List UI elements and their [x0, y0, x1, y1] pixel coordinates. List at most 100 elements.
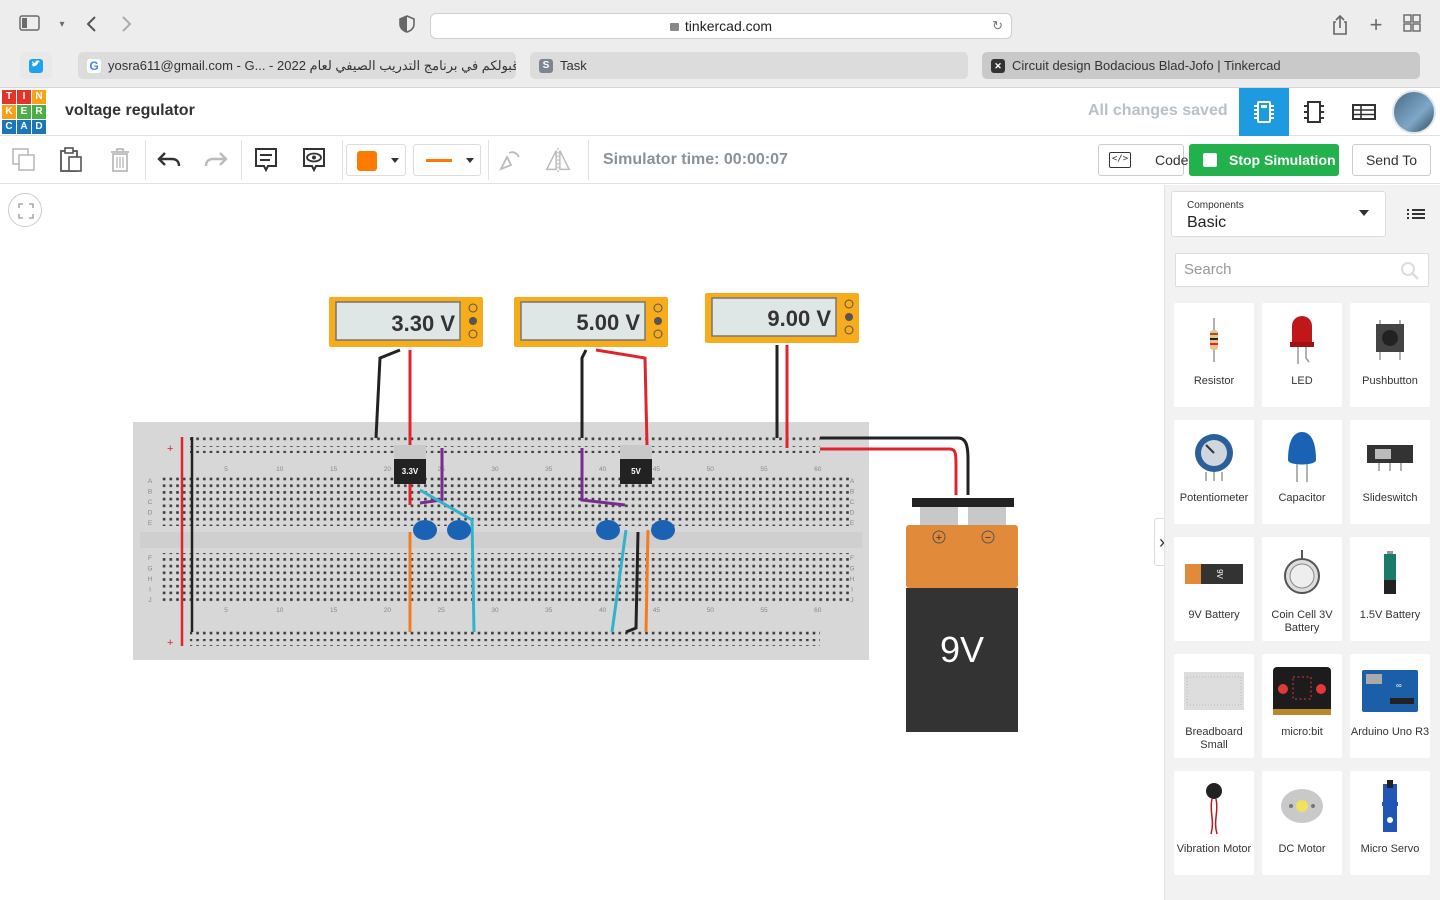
row-letter: F: [850, 555, 854, 562]
chevron-down-icon: [466, 158, 474, 163]
column-number: 50: [707, 607, 715, 614]
svg-text:+: +: [167, 443, 173, 455]
wire-type-dropdown[interactable]: [413, 144, 481, 176]
component-card[interactable]: Micro Servo: [1350, 771, 1430, 875]
save-status: All changes saved: [1088, 102, 1228, 119]
regulator-5v[interactable]: 5V: [620, 445, 652, 484]
component-card[interactable]: DC Motor: [1262, 771, 1342, 875]
forward-icon[interactable]: [114, 14, 138, 36]
component-search-input[interactable]: Search: [1175, 253, 1429, 287]
component-card[interactable]: Capacitor: [1262, 420, 1342, 524]
component-card[interactable]: Pushbutton: [1350, 303, 1430, 407]
sidebar-menu-chevron-icon[interactable]: ▾: [50, 14, 74, 36]
search-placeholder: Search: [1184, 261, 1232, 278]
logo-letter: I: [17, 90, 31, 104]
logo-letter: T: [2, 90, 16, 104]
search-icon: [1401, 262, 1419, 280]
rotate-icon[interactable]: [496, 146, 524, 174]
column-number: 10: [276, 607, 284, 614]
tab-gmail[interactable]: G yosra611@gmail.com - G... - 2022 تم قب…: [78, 52, 516, 79]
circuit-view-button[interactable]: [1239, 88, 1289, 136]
multimeter-2[interactable]: 5.00 V: [514, 297, 668, 347]
copy-icon[interactable]: [10, 146, 38, 174]
column-number: 45: [653, 466, 661, 473]
component-card[interactable]: LED: [1262, 303, 1342, 407]
column-number: 35: [545, 466, 553, 473]
delete-icon[interactable]: [106, 146, 134, 174]
component-card[interactable]: ∞ Arduino Uno R3: [1350, 654, 1430, 758]
reload-icon[interactable]: ↻: [992, 14, 1003, 38]
design-title[interactable]: voltage regulator: [65, 102, 195, 120]
back-icon[interactable]: [80, 14, 104, 36]
component-name: Breadboard Small: [1185, 726, 1243, 751]
tab-label: Circuit design Bodacious Blad-Jofo | Tin…: [1012, 58, 1281, 73]
row-letter: B: [148, 489, 152, 496]
row-letter: E: [850, 520, 855, 527]
component-card[interactable]: Coin Cell 3V Battery: [1262, 537, 1342, 641]
stop-simulation-button[interactable]: Stop Simulation: [1189, 144, 1339, 176]
potentiometer-icon: [1174, 428, 1254, 486]
schematic-view-button[interactable]: [1289, 88, 1339, 136]
dc-motor-icon: [1262, 779, 1342, 837]
microbit-icon: [1262, 662, 1342, 720]
list-view-toggle[interactable]: [1395, 191, 1435, 237]
tab-task[interactable]: S Task: [530, 52, 968, 79]
undo-icon[interactable]: [155, 146, 183, 174]
wire-color-dropdown[interactable]: [346, 144, 406, 176]
regulator-3v3[interactable]: 3.3V: [394, 445, 426, 484]
coin-cell-icon: [1262, 545, 1342, 603]
component-card[interactable]: Breadboard Small: [1174, 654, 1254, 758]
tab-overview-icon[interactable]: [1400, 14, 1424, 36]
svg-text:9V: 9V: [1215, 569, 1224, 579]
component-card[interactable]: Slideswitch: [1350, 420, 1430, 524]
tab-tinkercad[interactable]: ✕ Circuit design Bodacious Blad-Jofo | T…: [982, 52, 1420, 79]
row-letter: I: [149, 587, 151, 594]
component-name: LED: [1291, 375, 1313, 387]
note-icon[interactable]: [252, 146, 280, 174]
component-card[interactable]: micro:bit: [1262, 654, 1342, 758]
new-tab-icon[interactable]: +: [1364, 14, 1388, 36]
address-bar[interactable]: tinkercad.com ↻: [430, 13, 1012, 39]
editor-toolbar: Simulator time: 00:00:07 </> Code Stop S…: [0, 136, 1440, 184]
row-letter: A: [850, 478, 855, 485]
user-avatar[interactable]: [1392, 90, 1436, 134]
flip-icon[interactable]: [544, 146, 572, 174]
chevron-down-icon: [1359, 210, 1369, 216]
component-card[interactable]: 9V 9V Battery: [1174, 537, 1254, 641]
column-number: 55: [760, 466, 768, 473]
column-number: 15: [330, 466, 338, 473]
breadboard[interactable]: + +: [133, 422, 869, 660]
component-card[interactable]: Potentiometer: [1174, 420, 1254, 524]
component-list-view-button[interactable]: [1339, 88, 1389, 136]
component-card[interactable]: Resistor: [1174, 303, 1254, 407]
svg-text:+: +: [167, 637, 173, 649]
circuit-chip-icon: [1254, 101, 1274, 123]
multimeter-1[interactable]: 3.30 V: [329, 297, 483, 347]
twitter-icon: [29, 59, 43, 73]
capacitor-icon: [1262, 428, 1342, 486]
battery-1-5v-icon: [1350, 545, 1430, 603]
components-select[interactable]: Components Basic: [1171, 191, 1386, 237]
breadboard-icon: [1174, 662, 1254, 720]
tinkercad-logo[interactable]: T I N K E R C A D: [2, 90, 46, 134]
code-button[interactable]: </> Code: [1098, 144, 1188, 176]
multimeter-3[interactable]: 9.00 V: [705, 293, 859, 343]
share-icon[interactable]: [1328, 14, 1352, 36]
pinned-tab-twitter[interactable]: [20, 52, 52, 79]
component-card[interactable]: 1.5V Battery: [1350, 537, 1430, 641]
paste-icon[interactable]: [57, 146, 85, 174]
component-card[interactable]: Vibration Motor: [1174, 771, 1254, 875]
component-name: Capacitor: [1278, 492, 1326, 504]
row-letter: A: [148, 478, 153, 485]
sidebar-toggle-icon[interactable]: [18, 14, 42, 36]
privacy-shield-icon[interactable]: [395, 14, 419, 36]
circuit-canvas[interactable]: + + 5 5 10 10 15 15 20 20 25 25 30 30 35 35 40 40 45 45 50…: [0, 185, 1170, 900]
send-to-button[interactable]: Send To: [1352, 144, 1431, 176]
row-letter: E: [148, 520, 153, 527]
notes-visibility-icon[interactable]: [300, 146, 328, 174]
redo-icon[interactable]: [202, 146, 230, 174]
simulator-time: Simulator time: 00:00:07: [603, 151, 788, 168]
column-number: 5: [224, 607, 228, 614]
column-number: 25: [438, 607, 446, 614]
battery-9v[interactable]: + − 9V: [906, 498, 1018, 732]
